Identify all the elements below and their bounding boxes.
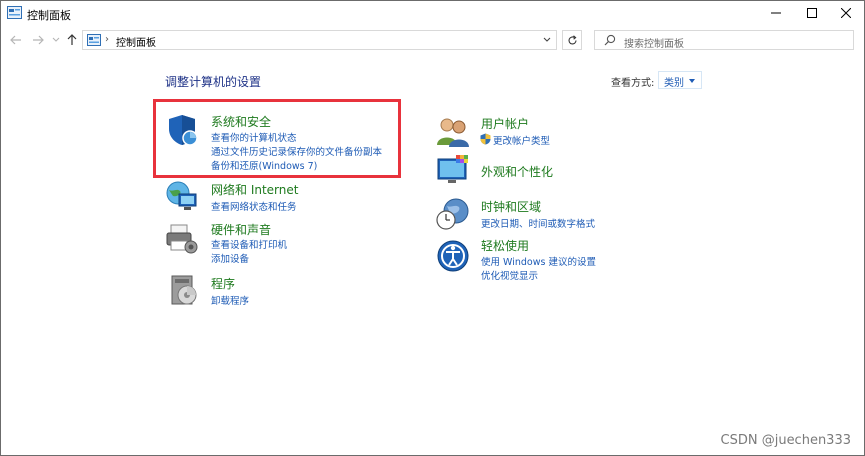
link-uninstall-program[interactable]: 卸载程序 [211, 293, 249, 307]
uac-shield-icon [480, 133, 491, 145]
watermark: CSDN @juechen333 [720, 433, 851, 448]
appearance-personalization-icon[interactable] [436, 154, 470, 188]
ease-of-access-icon[interactable] [436, 239, 470, 273]
forward-arrow-icon [33, 35, 44, 45]
hardware-sound-printer-icon[interactable] [165, 221, 199, 255]
minimize-button[interactable] [759, 1, 793, 25]
view-by-value[interactable]: 类别 [664, 74, 684, 89]
category-title-appearance-personalization[interactable]: 外观和个性化 [481, 163, 553, 180]
network-internet-globe-icon[interactable] [165, 180, 199, 214]
maximize-icon [807, 8, 817, 18]
user-accounts-icon[interactable] [436, 115, 470, 149]
category-title-clock-region[interactable]: 时钟和区域 [481, 198, 541, 215]
category-title-programs[interactable]: 程序 [211, 275, 235, 292]
link-change-date-time-format[interactable]: 更改日期、时间或数字格式 [481, 216, 595, 230]
control-panel-window: 控制面板 › 控制面板 搜索控制面板 调整计算机的设置 查看方式: 类别 系统和… [0, 0, 865, 456]
category-title-network-internet[interactable]: 网络和 Internet [211, 181, 298, 198]
link-optimize-visual-display[interactable]: 优化视觉显示 [481, 268, 538, 282]
back-button[interactable] [7, 31, 25, 49]
highlight-annotation-box [153, 99, 401, 178]
up-button[interactable] [63, 31, 81, 49]
link-network-status-tasks[interactable]: 查看网络状态和任务 [211, 199, 297, 213]
title-bar: 控制面板 [1, 1, 864, 27]
search-input[interactable]: 搜索控制面板 [624, 35, 684, 50]
link-use-windows-recommended-settings[interactable]: 使用 Windows 建议的设置 [481, 254, 596, 268]
minimize-icon [771, 12, 781, 14]
view-by-dropdown[interactable]: 类别 [658, 71, 702, 89]
clock-region-icon[interactable] [436, 197, 470, 231]
window-title: 控制面板 [27, 9, 71, 22]
close-icon [841, 8, 851, 18]
link-change-account-type[interactable]: 更改帐户类型 [493, 133, 550, 147]
link-devices-printers[interactable]: 查看设备和打印机 [211, 237, 287, 251]
view-by-label: 查看方式: [611, 78, 655, 89]
search-icon [604, 34, 616, 46]
address-bar[interactable]: › 控制面板 [82, 30, 557, 50]
refresh-icon [567, 34, 577, 44]
control-panel-icon [87, 34, 101, 46]
back-arrow-icon [10, 35, 21, 45]
address-dropdown-icon[interactable] [542, 34, 552, 44]
close-button[interactable] [829, 1, 863, 25]
up-arrow-icon [67, 34, 77, 45]
breadcrumb-control-panel[interactable]: 控制面板 [116, 34, 156, 49]
forward-button[interactable] [29, 31, 47, 49]
chevron-down-icon [52, 37, 60, 42]
breadcrumb-separator[interactable]: › [105, 34, 109, 45]
link-add-device[interactable]: 添加设备 [211, 251, 249, 265]
maximize-button[interactable] [795, 1, 829, 25]
category-title-ease-of-access[interactable]: 轻松使用 [481, 237, 529, 254]
search-box[interactable]: 搜索控制面板 [594, 30, 854, 50]
category-title-user-accounts[interactable]: 用户帐户 [481, 115, 529, 132]
view-by-dropdown-arrow-icon [689, 79, 695, 83]
refresh-button[interactable] [562, 30, 582, 50]
category-title-hardware-sound[interactable]: 硬件和声音 [211, 221, 271, 238]
page-heading: 调整计算机的设置 [165, 75, 262, 89]
programs-icon[interactable] [169, 273, 203, 307]
control-panel-app-icon [7, 6, 22, 19]
